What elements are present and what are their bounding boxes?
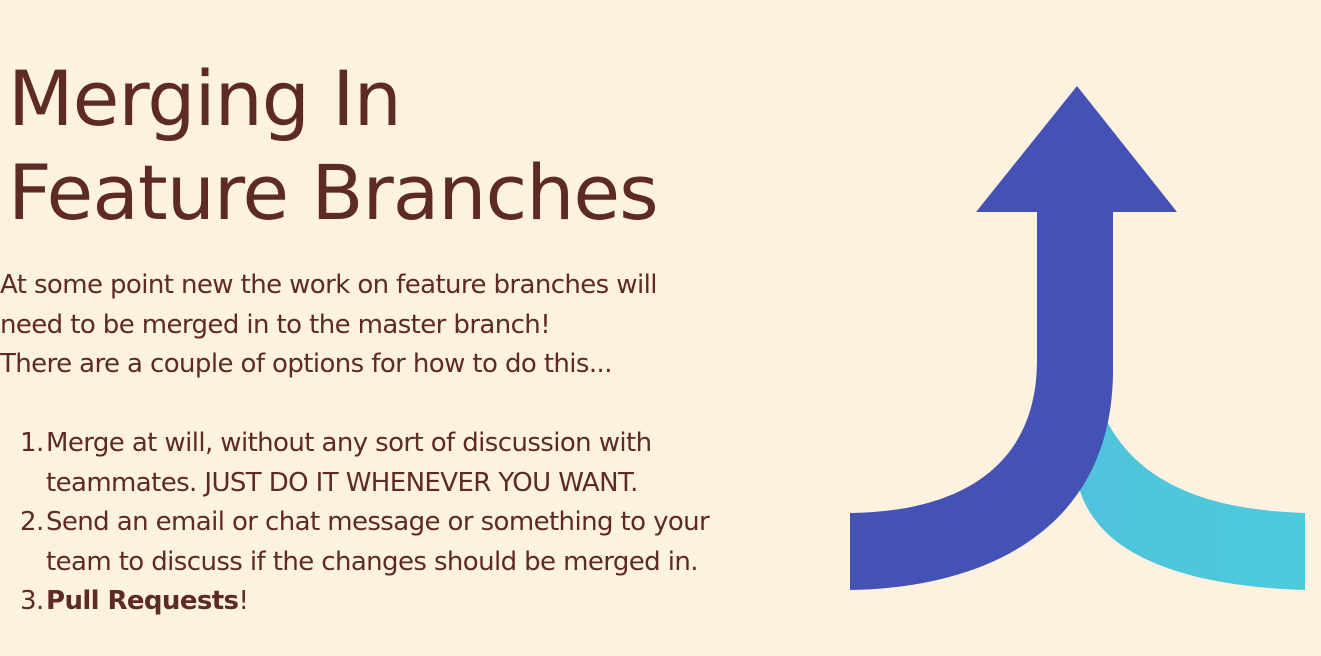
slide: Merging In Feature Branches At some poin… xyxy=(0,0,1321,656)
slide-title: Merging In Feature Branches xyxy=(8,52,659,240)
option-number-1: 1. xyxy=(20,428,44,458)
option-2-line-2: team to discuss if the changes should be… xyxy=(46,546,699,577)
option-1-line-2: teammates. JUST DO IT WHENEVER YOU WANT. xyxy=(46,467,638,498)
option-number-2: 2. xyxy=(20,507,44,537)
option-2-line-1: Send an email or chat message or somethi… xyxy=(46,507,710,537)
intro-line-1: At some point new the work on feature br… xyxy=(0,270,657,300)
option-item-2: 2. Send an email or chat message or some… xyxy=(0,503,740,582)
option-item-1: 1. Merge at will, without any sort of di… xyxy=(0,424,740,503)
option-item-3: 3. Pull Requests! xyxy=(0,582,740,622)
merge-arrow-icon xyxy=(850,86,1305,590)
options-list: 1. Merge at will, without any sort of di… xyxy=(0,424,740,622)
slide-title-line-2: Feature Branches xyxy=(8,148,659,237)
slide-body: At some point new the work on feature br… xyxy=(0,266,740,622)
option-number-3: 3. xyxy=(20,586,44,616)
option-3-suffix: ! xyxy=(238,586,249,616)
option-3-bold-text: Pull Requests xyxy=(46,586,239,616)
option-3-line: Pull Requests! xyxy=(46,582,740,622)
intro-line-2: need to be merged in to the master branc… xyxy=(0,309,551,340)
option-1-line-1: Merge at will, without any sort of discu… xyxy=(46,428,652,458)
slide-title-line-1: Merging In xyxy=(8,54,402,143)
intro-line-3: There are a couple of options for how to… xyxy=(0,349,612,379)
